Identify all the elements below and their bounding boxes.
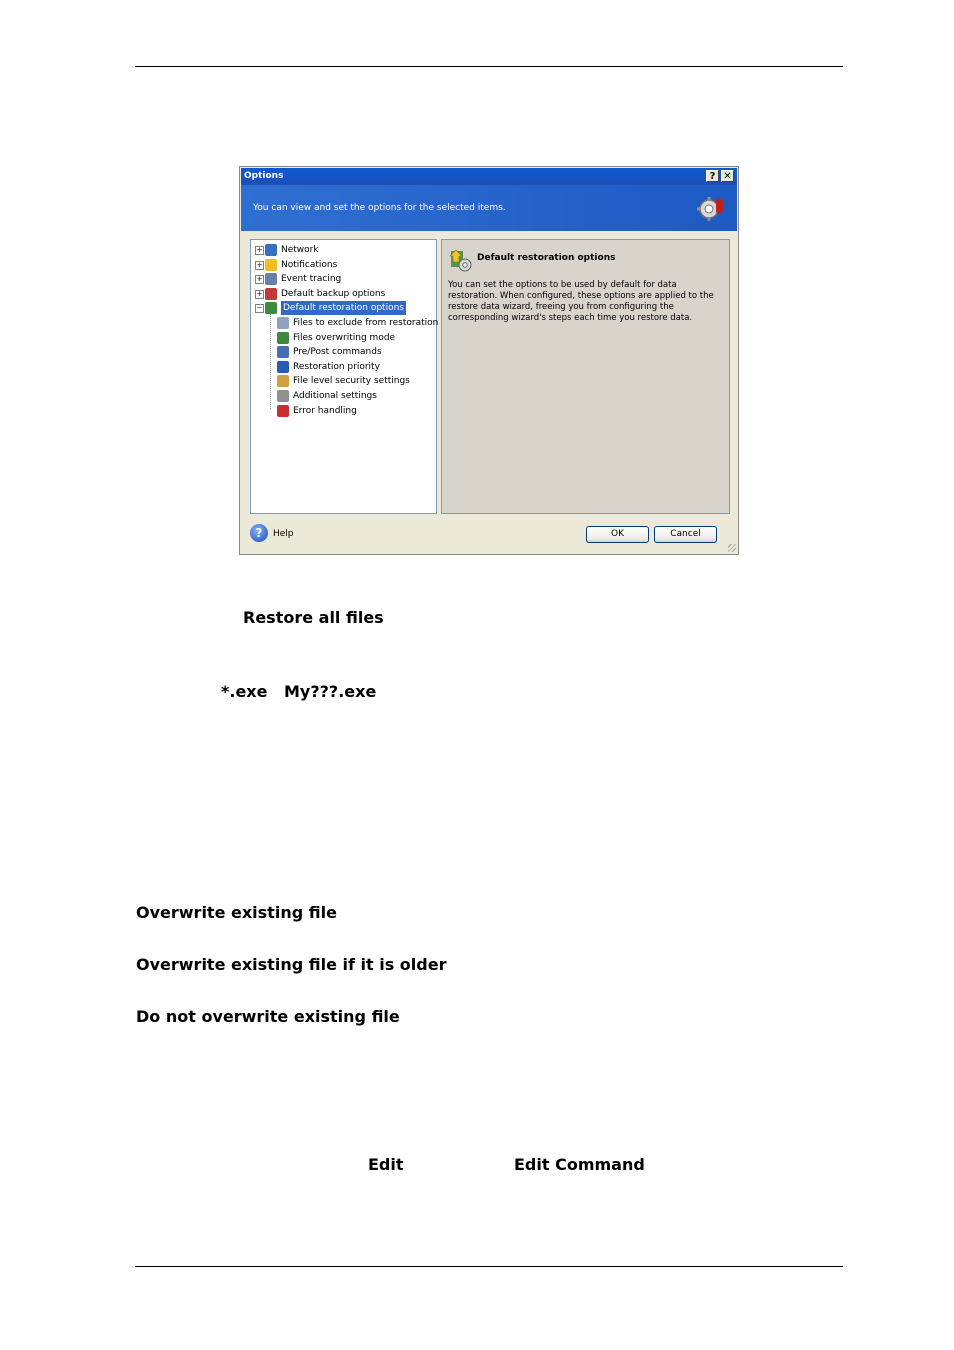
edit-text: Edit [368,1155,404,1174]
mask-exe-text: *.exe [221,682,268,701]
security-icon [277,375,289,388]
header-rule [135,66,843,67]
restoration-options-icon [265,302,277,315]
restore-all-files-text: Restore all files [243,608,384,627]
notification-icon [265,258,277,271]
info-panel: Default restoration options You can set … [441,239,730,514]
info-title: Default restoration options [477,253,616,263]
ok-button[interactable]: OK [586,526,649,543]
footer-rule [135,1266,843,1267]
tree-item-label: Pre/Post commands [293,347,382,358]
info-description: You can set the options to be used by de… [448,280,714,323]
tree-item-label: File level security settings [293,376,410,387]
tree-item-label: Files to exclude from restoration [293,318,439,328]
edit-command-text: Edit Command [514,1155,645,1174]
mask-my-text: My???.exe [284,682,377,701]
tree-item-label: Event tracing [281,274,342,285]
do-not-overwrite-text: Do not overwrite existing file [136,1007,400,1026]
options-tree: + Network + Notifications + Event tracing + Def… [250,239,439,514]
tree-connector-line [270,309,271,409]
priority-icon [277,360,289,373]
backup-options-icon [265,287,277,300]
banner-text: You can view and set the options for the… [253,203,506,213]
event-tracing-icon [265,273,277,286]
overwrite-existing-text: Overwrite existing file [136,903,337,922]
overwrite-mode-icon [277,331,289,344]
settings-icon [277,390,289,402]
expand-icon[interactable]: + [255,275,264,285]
commands-icon [277,346,289,359]
tree-item-label: Additional settings [293,391,377,401]
dialog-banner: You can view and set the options for the… [241,185,737,231]
restoration-options-icon [449,249,472,272]
options-gear-icon [697,197,723,221]
exclude-files-icon [277,317,289,329]
expand-icon[interactable]: + [255,260,264,270]
tree-item-label: Network [281,245,319,255]
dialog-title: Options [244,171,284,181]
tree-item-label: Default restoration options [281,301,406,316]
tree-item-label: Notifications [281,259,338,270]
help-icon[interactable]: ? [250,524,268,542]
overwrite-if-older-text: Overwrite existing file if it is older [136,955,447,974]
options-dialog: Options ? ✕ You can view and set the opt… [239,166,739,555]
tree-item-label: Restoration priority [293,361,380,372]
error-handling-icon [277,404,289,417]
tree-item-label: Files overwriting mode [293,332,396,343]
help-link[interactable]: Help [273,529,294,539]
titlebar-close-button[interactable]: ✕ [721,170,734,182]
resize-grip[interactable] [728,544,736,552]
titlebar-help-button[interactable]: ? [706,170,719,182]
tree-item-label: Error handling [293,405,357,416]
network-icon [265,244,277,256]
collapse-icon[interactable]: − [255,304,264,314]
cancel-button[interactable]: Cancel [654,526,717,543]
expand-icon[interactable]: + [255,246,264,255]
dialog-titlebar: Options ? ✕ [241,168,737,185]
tree-item-label: Default backup options [281,288,386,299]
expand-icon[interactable]: + [255,289,264,299]
